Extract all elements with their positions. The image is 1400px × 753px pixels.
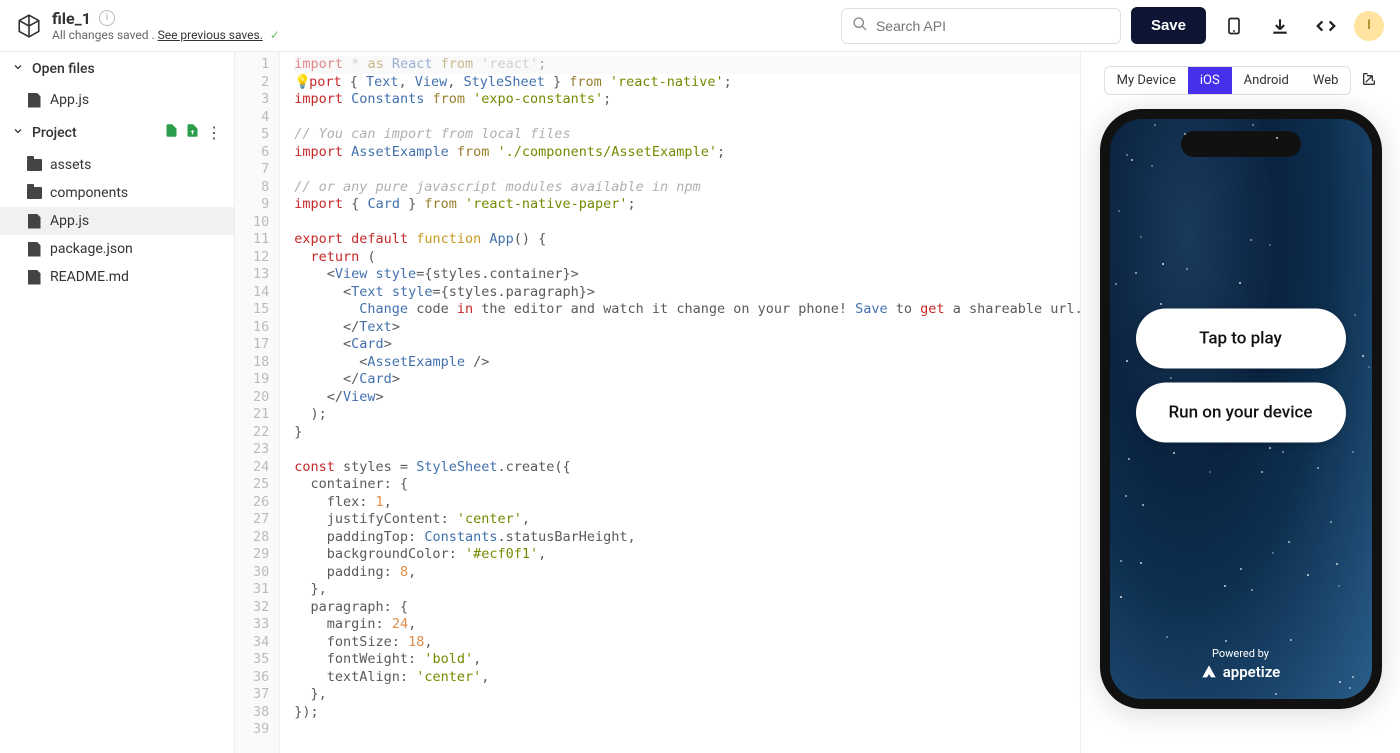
search-input[interactable]	[876, 18, 1110, 34]
platform-tabs: My Device iOS Android Web	[1104, 66, 1352, 95]
code-line[interactable]: </View>	[294, 389, 1080, 407]
code-line[interactable]: // or any pure javascript modules availa…	[294, 179, 1080, 197]
tab-ios[interactable]: iOS	[1188, 67, 1232, 94]
popout-icon[interactable]	[1361, 71, 1377, 91]
code-line[interactable]: margin: 24,	[294, 616, 1080, 634]
code-line[interactable]: 💡port { Text, View, StyleSheet } from 'r…	[294, 74, 1080, 92]
code-line[interactable]: paddingTop: Constants.statusBarHeight,	[294, 529, 1080, 547]
download-icon[interactable]	[1262, 8, 1298, 44]
code-line[interactable]: // You can import from local files	[294, 126, 1080, 144]
more-icon[interactable]: ⋮	[206, 123, 222, 142]
code-line[interactable]: Change code in the editor and watch it c…	[294, 301, 1080, 319]
save-button[interactable]: Save	[1131, 7, 1206, 44]
sidebar: Open files App.js Project ⋮ ass	[0, 52, 235, 753]
new-file-icon[interactable]	[164, 123, 179, 142]
open-file-item[interactable]: App.js	[0, 86, 234, 114]
chevron-down-icon	[12, 61, 24, 77]
code-line[interactable]: <Card>	[294, 336, 1080, 354]
item-name: README.md	[50, 269, 129, 285]
tab-android[interactable]: Android	[1232, 67, 1301, 94]
preview-panel: My Device iOS Android Web Tap to play Ru…	[1080, 52, 1400, 753]
tap-to-play-button[interactable]: Tap to play	[1136, 309, 1346, 369]
code-line[interactable]: export default function App() {	[294, 231, 1080, 249]
code-line[interactable]: );	[294, 406, 1080, 424]
import-file-icon[interactable]	[185, 123, 200, 142]
code-line[interactable]: justifyContent: 'center',	[294, 511, 1080, 529]
code-line[interactable]: });	[294, 704, 1080, 722]
code-line[interactable]	[294, 109, 1080, 127]
project-item[interactable]: package.json	[0, 235, 234, 263]
code-line[interactable]: import * as React from 'react';	[294, 56, 1080, 74]
code-icon[interactable]	[1308, 8, 1344, 44]
code-line[interactable]: import AssetExample from './components/A…	[294, 144, 1080, 162]
search-input-wrap[interactable]	[841, 8, 1121, 44]
tab-my-device[interactable]: My Device	[1105, 67, 1188, 94]
save-status: All changes saved . See previous saves. …	[52, 28, 280, 42]
item-name: assets	[50, 157, 91, 173]
chevron-down-icon	[12, 125, 24, 141]
item-name: package.json	[50, 241, 133, 257]
file-icon	[26, 242, 42, 257]
file-icon	[26, 93, 42, 108]
code-line[interactable]: container: {	[294, 476, 1080, 494]
code-line[interactable]: import { Card } from 'react-native-paper…	[294, 196, 1080, 214]
avatar[interactable]: I	[1354, 11, 1384, 41]
code-line[interactable]: <View style={styles.container}>	[294, 266, 1080, 284]
code-line[interactable]: <AssetExample />	[294, 354, 1080, 372]
check-icon: ✓	[270, 28, 280, 42]
code-line[interactable]: fontWeight: 'bold',	[294, 651, 1080, 669]
code-line[interactable]: },	[294, 686, 1080, 704]
code-line[interactable]: }	[294, 424, 1080, 442]
code-editor[interactable]: 1234567891011121314151617181920212223242…	[235, 52, 1080, 753]
folder-icon	[26, 159, 42, 171]
file-title: file_1	[52, 9, 91, 28]
info-icon[interactable]: i	[99, 10, 115, 26]
item-name: App.js	[50, 213, 89, 229]
item-name: components	[50, 185, 128, 201]
code-content[interactable]: import * as React from 'react';💡port { T…	[280, 52, 1080, 753]
code-line[interactable]	[294, 214, 1080, 232]
project-label: Project	[32, 125, 77, 141]
project-header[interactable]: Project ⋮	[0, 114, 234, 151]
code-line[interactable]: backgroundColor: '#ecf0f1',	[294, 546, 1080, 564]
code-line[interactable]: <Text style={styles.paragraph}>	[294, 284, 1080, 302]
tab-web[interactable]: Web	[1301, 67, 1351, 94]
project-item[interactable]: README.md	[0, 263, 234, 291]
previous-saves-link[interactable]: See previous saves.	[158, 28, 263, 42]
project-item[interactable]: assets	[0, 151, 234, 179]
phone-preview: Tap to play Run on your device Powered b…	[1100, 109, 1382, 709]
app-logo-icon	[16, 13, 42, 39]
open-files-label: Open files	[32, 61, 95, 77]
code-line[interactable]: </Text>	[294, 319, 1080, 337]
code-line[interactable]	[294, 441, 1080, 459]
file-icon	[26, 214, 42, 229]
folder-icon	[26, 187, 42, 199]
line-gutter: 1234567891011121314151617181920212223242…	[235, 52, 280, 753]
search-icon	[852, 16, 868, 36]
project-item[interactable]: components	[0, 179, 234, 207]
project-item[interactable]: App.js	[0, 207, 234, 235]
file-name: App.js	[50, 92, 89, 108]
header: file_1 i All changes saved . See previou…	[0, 0, 1400, 52]
code-line[interactable]: paragraph: {	[294, 599, 1080, 617]
device-icon[interactable]	[1216, 8, 1252, 44]
code-line[interactable]: import Constants from 'expo-constants';	[294, 91, 1080, 109]
code-line[interactable]	[294, 721, 1080, 739]
code-line[interactable]: return (	[294, 249, 1080, 267]
code-line[interactable]: padding: 8,	[294, 564, 1080, 582]
code-line[interactable]: flex: 1,	[294, 494, 1080, 512]
code-line[interactable]: },	[294, 581, 1080, 599]
run-on-device-button[interactable]: Run on your device	[1136, 383, 1346, 443]
code-line[interactable]: const styles = StyleSheet.create({	[294, 459, 1080, 477]
code-line[interactable]: </Card>	[294, 371, 1080, 389]
open-files-header[interactable]: Open files	[0, 52, 234, 86]
code-line[interactable]: textAlign: 'center',	[294, 669, 1080, 687]
file-icon	[26, 270, 42, 285]
powered-by: Powered by appetize	[1110, 647, 1372, 681]
code-line[interactable]: fontSize: 18,	[294, 634, 1080, 652]
code-line[interactable]	[294, 161, 1080, 179]
